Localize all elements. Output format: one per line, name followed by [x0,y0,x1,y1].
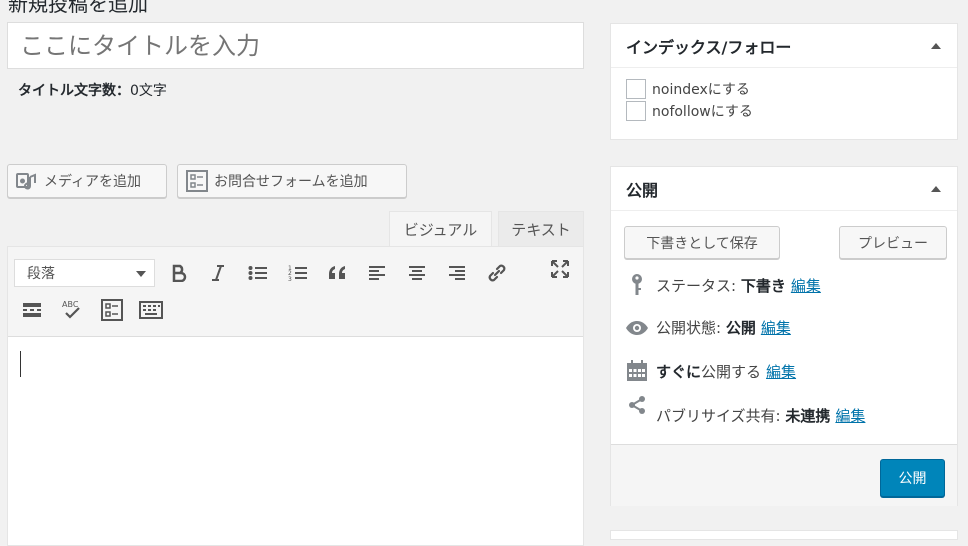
publicize-label: パブリサイズ共有: [656,407,781,425]
align-left-button[interactable] [363,259,391,287]
status-value: 下書き [740,276,786,295]
page-heading: 新規投稿を追加 [8,0,148,16]
tab-visual[interactable]: ビジュアル [389,211,492,247]
align-center-button[interactable] [403,259,431,287]
bold-button[interactable] [165,259,193,287]
publish-box: 公開 下書きとして保存 プレビュー ステータス: 下書き 編集 公開状態: 公開編… [610,166,958,506]
status-row: ステータス: 下書き 編集 [624,273,821,297]
media-icon [16,171,38,191]
read-more-button[interactable] [18,296,46,324]
fullscreen-button[interactable] [546,255,574,283]
toolbar-toggle-button[interactable] [137,296,165,324]
calendar-icon [624,360,650,382]
add-media-button[interactable]: メディアを追加 [7,164,167,198]
format-select[interactable]: 段落 [14,259,155,287]
title-char-count: タイトル文字数：0文字 [18,80,167,100]
align-center-icon [409,266,425,280]
spellcheck-button[interactable]: ABC [58,296,86,324]
edit-publicize-link[interactable]: 編集 [835,405,865,426]
key-icon [624,273,650,297]
keyboard-icon [139,301,163,319]
insert-link-button[interactable] [483,259,511,287]
add-form-button[interactable]: お問合せフォームを追加 [177,164,407,198]
blockquote-button[interactable] [324,259,352,287]
italic-button[interactable] [204,259,232,287]
title-count-value: 0文字 [130,83,167,99]
insert-form-button[interactable] [98,296,126,324]
svg-text:3: 3 [288,276,292,282]
noindex-checkbox[interactable] [626,79,646,99]
schedule-suffix: 公開する [701,362,762,381]
schedule-label: すぐに [656,362,702,381]
align-right-button[interactable] [443,259,471,287]
noindex-label: noindexにする [652,82,750,98]
spellcheck-icon: ABC [62,300,80,319]
publicize-value: 未連携 [785,407,831,425]
post-editor[interactable]: 段落 123 ABC [7,246,584,546]
visibility-value: 公開 [725,319,756,337]
publish-header[interactable]: 公開 [611,167,957,211]
tab-text[interactable]: テキスト [498,211,584,247]
chevron-down-icon [136,271,146,277]
svg-text:ABC: ABC [62,300,79,309]
visibility-row: 公開状態: 公開 編集 [624,317,791,338]
share-icon [624,395,650,415]
edit-schedule-link[interactable]: 編集 [766,361,796,382]
publicize-row: パブリサイズ共有: 未連携 編集 [624,396,865,426]
visibility-label: 公開状態: [656,319,722,337]
fullscreen-icon [551,260,569,278]
status-label: ステータス: [656,276,737,295]
nofollow-checkbox[interactable] [626,101,646,121]
index-follow-header[interactable]: インデックス/フォロー [611,24,957,68]
nofollow-option[interactable]: nofollowにする [611,100,957,122]
bullet-list-button[interactable] [244,259,272,287]
noindex-option[interactable]: noindexにする [611,78,957,100]
index-follow-title: インデックス/フォロー [626,37,792,57]
publish-button[interactable]: 公開 [880,459,945,497]
collapse-arrow-icon[interactable] [931,185,941,192]
publish-title: 公開 [626,180,659,200]
form-icon [101,299,123,321]
read-more-icon [23,303,41,317]
bold-icon [172,264,187,282]
quote-icon [329,266,345,279]
add-media-label: メディアを追加 [44,174,142,190]
align-right-icon [449,266,465,280]
nofollow-label: nofollowにする [652,104,753,120]
eye-icon [624,320,650,336]
numbered-list-button[interactable]: 123 [284,259,312,287]
editor-toolbar: 段落 123 ABC [8,247,583,337]
edit-visibility-link[interactable]: 編集 [761,317,791,338]
edit-status-link[interactable]: 編集 [791,275,821,296]
text-cursor [20,351,21,377]
bullet-list-icon [248,266,267,280]
schedule-row: すぐに 公開する 編集 [624,360,796,382]
title-count-label: タイトル文字数： [18,83,130,99]
collapse-arrow-icon[interactable] [931,42,941,49]
preview-button[interactable]: プレビュー [839,226,947,259]
add-form-label: お問合せフォームを追加 [214,174,368,190]
link-icon [488,264,506,282]
italic-icon [212,265,224,281]
save-draft-button[interactable]: 下書きとして保存 [624,226,780,259]
publish-actions: 公開 [611,444,957,506]
title-field-container[interactable] [7,22,584,69]
index-follow-box: インデックス/フォロー noindexにする nofollowにする [610,23,958,140]
align-left-icon [369,266,385,280]
title-input[interactable] [8,23,583,68]
next-meta-box [610,530,958,540]
form-icon [186,170,208,192]
format-select-value: 段落 [27,266,55,282]
numbered-list-icon: 123 [288,265,307,282]
